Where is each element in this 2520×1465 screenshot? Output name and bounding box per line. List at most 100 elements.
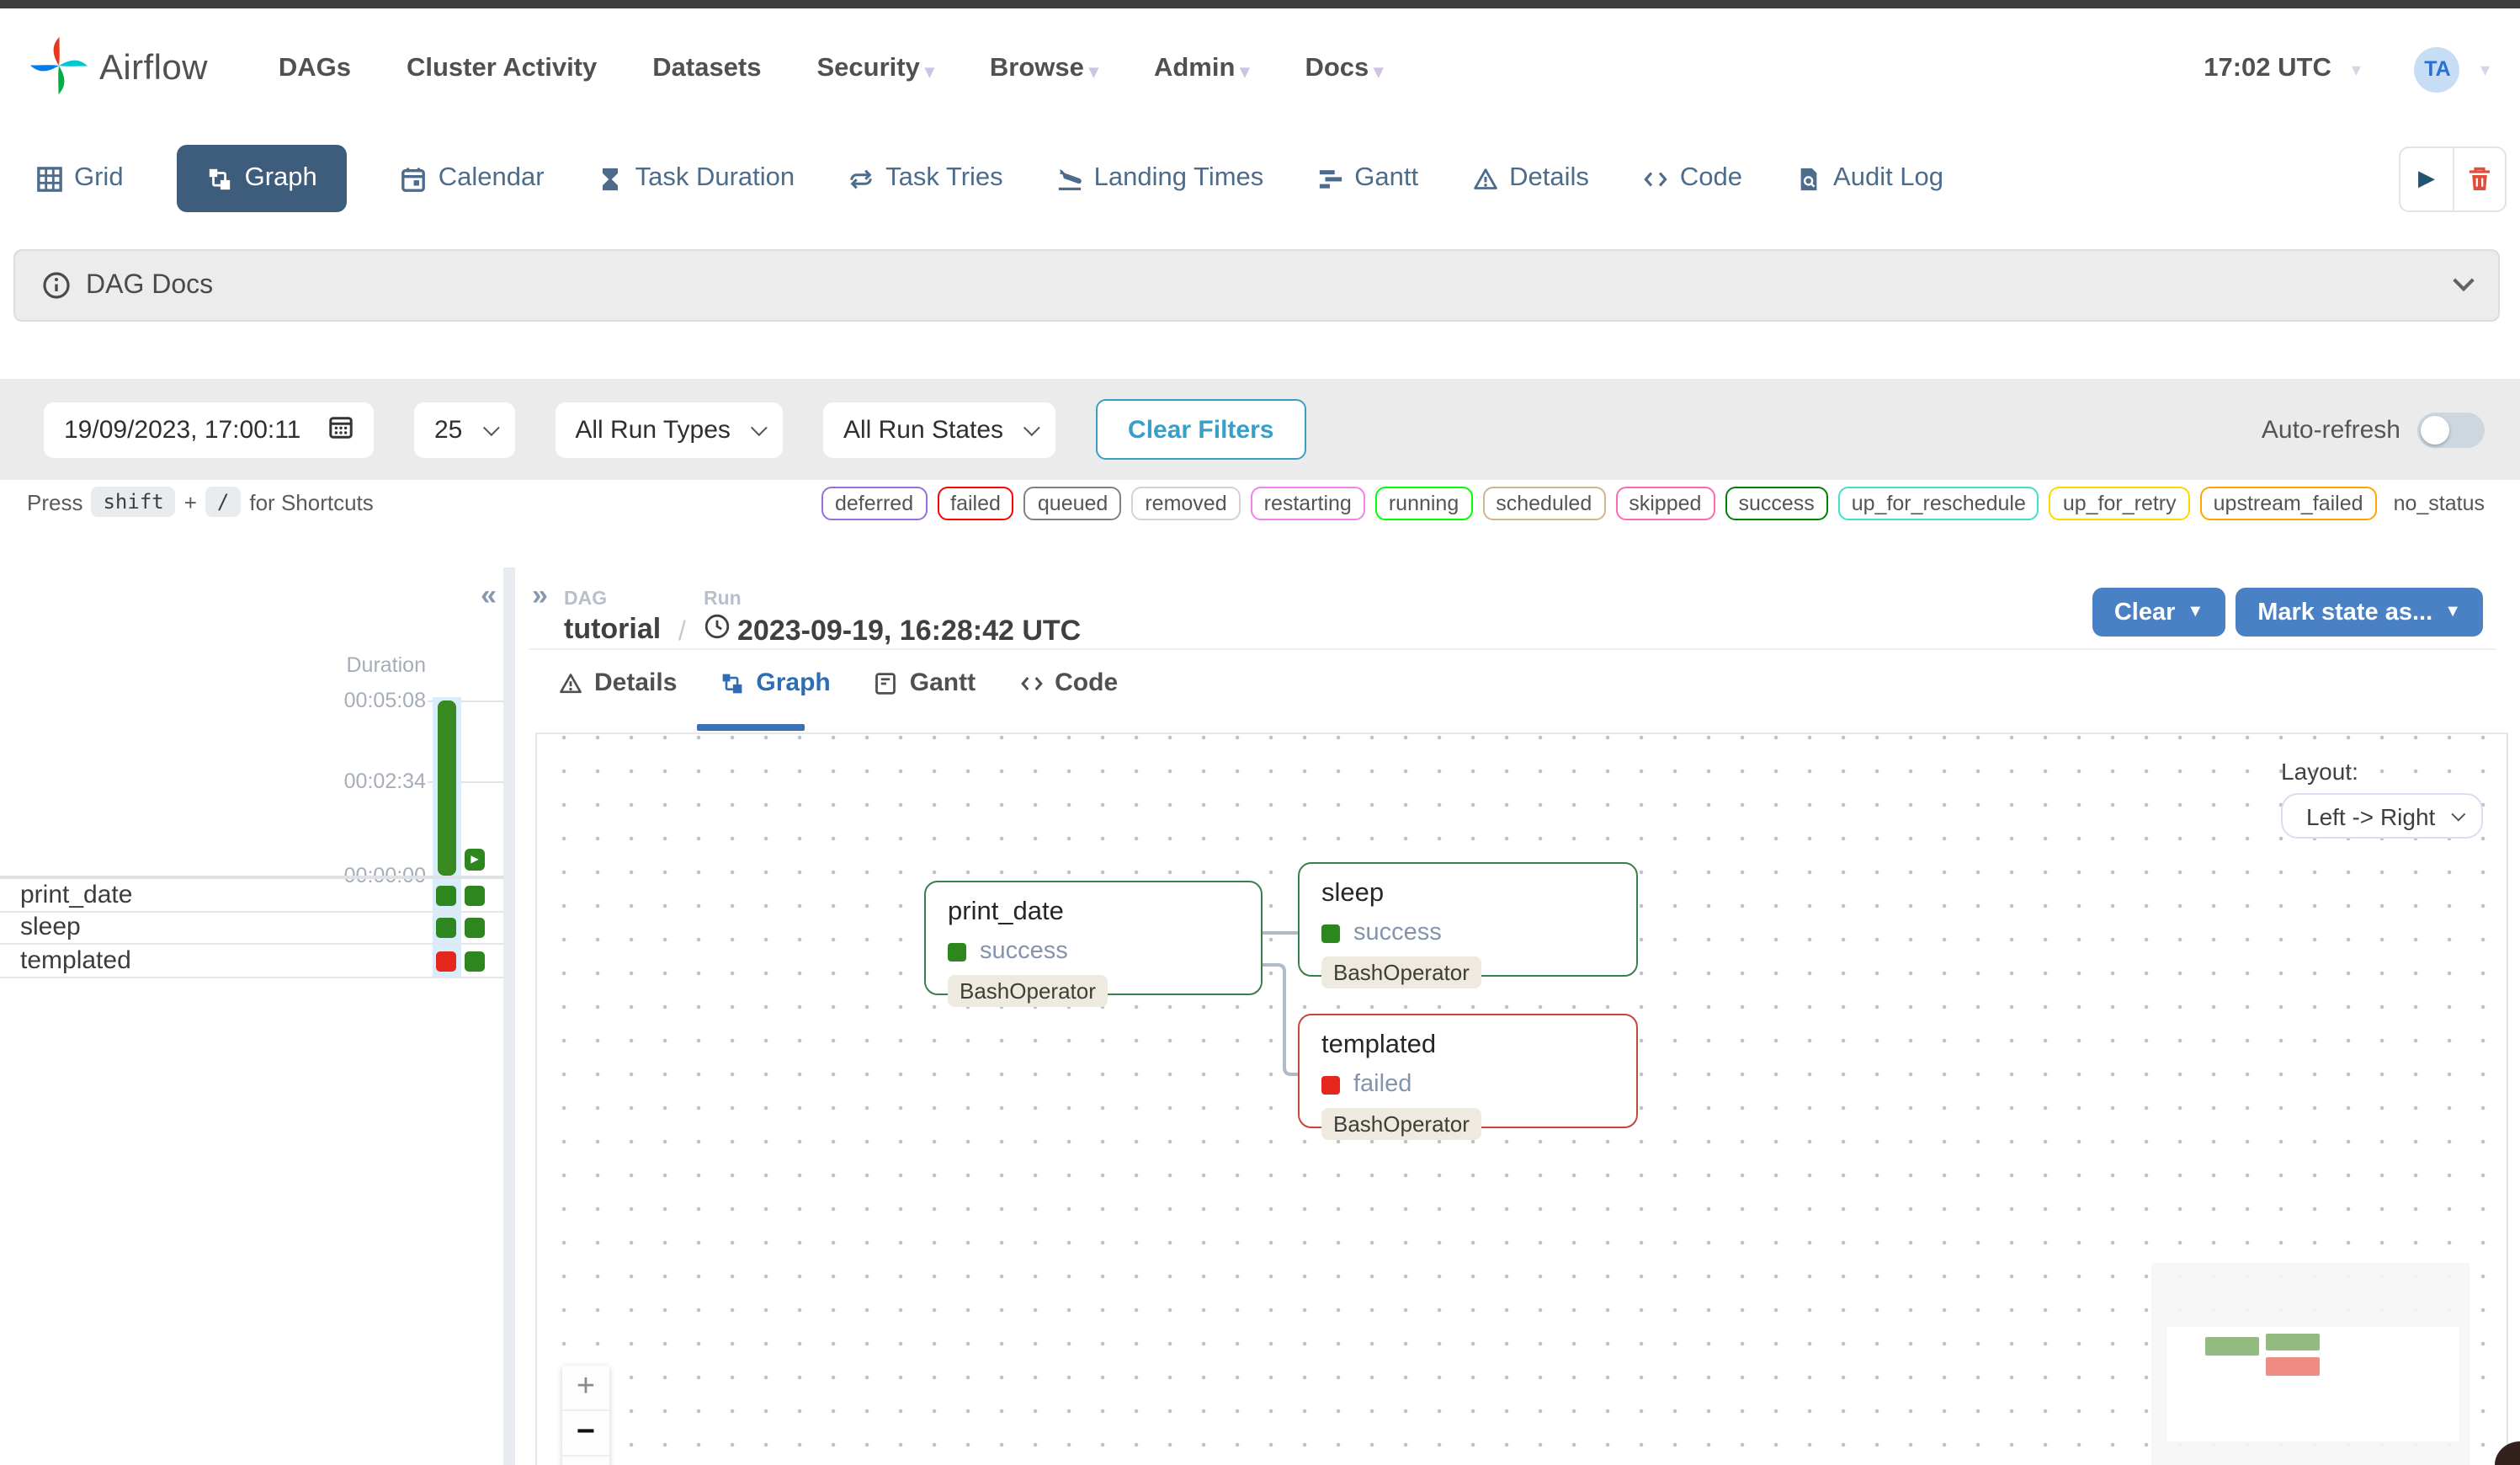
slash-key: /: [205, 487, 242, 517]
zoom-controls: + −: [562, 1366, 609, 1465]
run-tab-graph[interactable]: Graph: [720, 669, 831, 697]
status-badge[interactable]: deferred: [821, 487, 928, 520]
task-node-print-date[interactable]: print_date success BashOperator: [924, 881, 1263, 1007]
nav-item-security[interactable]: Security ▾: [817, 54, 934, 84]
minimap-node-print-date: [2205, 1337, 2259, 1356]
nav-item-browse[interactable]: Browse ▾: [990, 54, 1098, 84]
chevron-down-icon: ▾: [924, 61, 934, 82]
layout-select[interactable]: Left -> Right: [2281, 793, 2483, 839]
nav-item-docs[interactable]: Docs ▾: [1305, 54, 1383, 84]
clear-run-button[interactable]: Clear ▼: [2092, 588, 2226, 637]
audit-log-icon: [1800, 167, 1817, 190]
task-name[interactable]: sleep: [0, 914, 81, 942]
graph-canvas[interactable]: print_date success BashOperator sleep su…: [535, 732, 2508, 1465]
task-instance-cell[interactable]: [465, 951, 485, 972]
tab-task-duration[interactable]: Task Duration: [598, 163, 795, 194]
zoom-out-button[interactable]: −: [562, 1411, 609, 1457]
nav-item-datasets[interactable]: Datasets: [652, 54, 761, 84]
airflow-brand[interactable]: Airflow: [29, 35, 208, 102]
task-instance-cell[interactable]: [436, 918, 456, 939]
play-icon: ▶: [2418, 165, 2435, 190]
task-node-templated[interactable]: templated failed BashOperator: [1298, 1014, 1638, 1140]
run-states-select[interactable]: All Run States: [822, 402, 1056, 457]
tab-code[interactable]: Code: [1643, 163, 1742, 194]
auto-refresh-label: Auto-refresh: [2261, 415, 2400, 444]
breadcrumb-separator: /: [678, 618, 686, 647]
avatar[interactable]: TA: [2414, 46, 2460, 92]
chevron-down-icon[interactable]: ▾: [2352, 58, 2361, 80]
collapse-sidebar-icon[interactable]: «: [481, 581, 497, 610]
clear-filters-button[interactable]: Clear Filters: [1096, 399, 1306, 460]
fit-view-button[interactable]: [562, 1457, 609, 1465]
run-types-select[interactable]: All Run Types: [555, 402, 783, 457]
minimap-viewport: [2166, 1327, 2459, 1441]
status-badge[interactable]: skipped: [1615, 487, 1715, 520]
task-instance-cell[interactable]: [436, 951, 456, 972]
run-tab-code[interactable]: Code: [1019, 669, 1118, 697]
chevron-down-icon: ▼: [2187, 603, 2204, 621]
zoom-in-button[interactable]: +: [562, 1366, 609, 1411]
delete-dag-button[interactable]: [2453, 147, 2505, 210]
tab-graph[interactable]: Graph: [177, 145, 348, 212]
status-badge[interactable]: success: [1725, 487, 1828, 520]
dag-run-duration-bar[interactable]: [438, 701, 456, 876]
panel-resize-handle[interactable]: [503, 567, 515, 1465]
airflow-logo-icon: [29, 35, 88, 102]
nav-item-dags[interactable]: DAGs: [279, 54, 351, 84]
node-title: print_date: [948, 898, 1064, 926]
trigger-dag-button[interactable]: ▶: [2400, 147, 2453, 210]
run-timestamp[interactable]: 2023-09-19, 16:28:42 UTC: [737, 614, 1081, 647]
content-area: « Duration 00:05:08 00:02:34 00:00:00 ▶ …: [0, 567, 2520, 1465]
main-nav: DAGs Cluster Activity Datasets Security ▾…: [279, 54, 1384, 84]
status-badge[interactable]: up_for_retry: [2049, 487, 2190, 520]
run-tab-gantt[interactable]: Gantt: [875, 669, 976, 697]
chevron-down-icon[interactable]: ▾: [2480, 58, 2490, 80]
run-tab-details[interactable]: Details: [559, 669, 677, 697]
chevron-down-icon: ▾: [1088, 61, 1098, 82]
status-badge[interactable]: scheduled: [1482, 487, 1606, 520]
task-node-sleep[interactable]: sleep success BashOperator: [1298, 862, 1638, 988]
status-badge[interactable]: up_for_reschedule: [1837, 487, 2039, 520]
no-status-label: no_status: [2393, 492, 2485, 515]
node-state: success: [980, 938, 1068, 965]
dag-name[interactable]: tutorial: [564, 613, 661, 647]
task-instance-cell[interactable]: [436, 885, 456, 905]
tab-gantt[interactable]: Gantt: [1317, 163, 1418, 194]
mark-state-button[interactable]: Mark state as... ▼: [2236, 588, 2483, 637]
tab-grid[interactable]: Grid: [37, 163, 124, 194]
status-badge[interactable]: running: [1374, 487, 1473, 520]
graph-minimap[interactable]: [2151, 1263, 2469, 1465]
grid-sidebar: « Duration 00:05:08 00:02:34 00:00:00 ▶ …: [0, 567, 503, 1465]
task-name[interactable]: templated: [0, 946, 131, 975]
status-badge[interactable]: failed: [937, 487, 1014, 520]
tab-audit-log[interactable]: Audit Log: [1796, 163, 1943, 194]
calendar-icon[interactable]: [328, 413, 354, 445]
auto-refresh-toggle[interactable]: [2417, 412, 2485, 447]
manual-run-bar[interactable]: ▶: [465, 849, 485, 871]
tab-landing-times[interactable]: Landing Times: [1057, 163, 1263, 194]
utc-clock[interactable]: 17:02 UTC: [2204, 54, 2331, 84]
nav-item-cluster-activity[interactable]: Cluster Activity: [407, 54, 597, 84]
status-badge[interactable]: upstream_failed: [2199, 487, 2377, 520]
base-date-input-wrap: [44, 402, 374, 457]
warning-triangle-icon: [560, 673, 582, 693]
tab-task-tries[interactable]: Task Tries: [848, 163, 1003, 194]
status-badge[interactable]: removed: [1131, 487, 1241, 520]
page-size-select[interactable]: 25: [414, 402, 515, 457]
nav-item-admin[interactable]: Admin ▾: [1154, 54, 1250, 84]
navbar-right: 17:02 UTC ▾ TA ▾: [2204, 46, 2490, 92]
duration-tick: 00:05:08: [343, 689, 426, 712]
task-instance-cell[interactable]: [465, 885, 485, 905]
task-instance-cell[interactable]: [465, 918, 485, 939]
tab-details[interactable]: Details: [1472, 163, 1589, 194]
tab-calendar[interactable]: Calendar: [401, 163, 545, 194]
status-badge[interactable]: restarting: [1250, 487, 1365, 520]
chevron-down-icon: [482, 418, 500, 436]
base-date-input[interactable]: [64, 415, 316, 444]
gantt-icon: [1319, 169, 1342, 188]
status-badge[interactable]: queued: [1023, 487, 1122, 520]
dag-docs-accordion[interactable]: DAG Docs: [13, 249, 2500, 322]
node-state: success: [1353, 919, 1442, 946]
expand-panel-icon[interactable]: »: [532, 581, 548, 610]
task-name[interactable]: print_date: [0, 881, 132, 909]
